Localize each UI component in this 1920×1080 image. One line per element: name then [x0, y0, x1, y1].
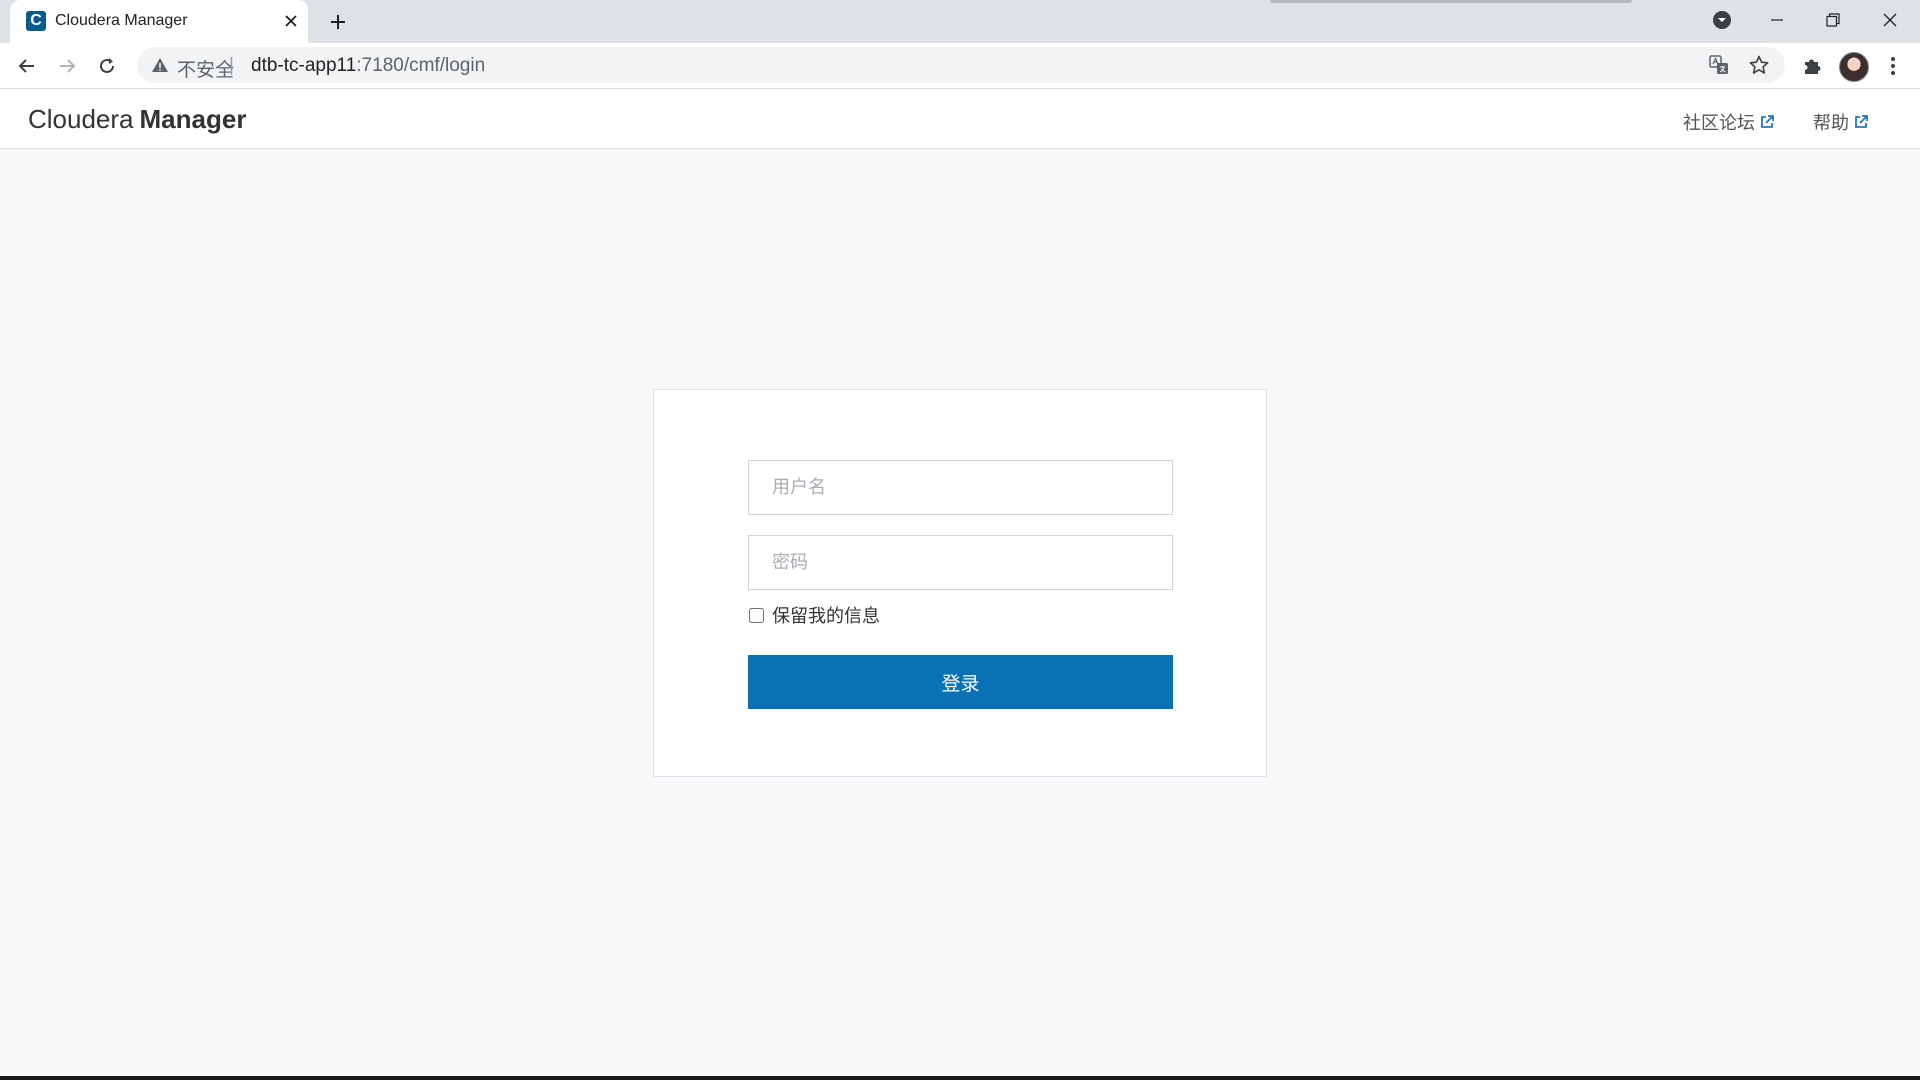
extensions-button[interactable] — [1797, 51, 1827, 81]
brand-name-bold: Manager — [139, 104, 247, 134]
tab-search-button[interactable] — [1694, 0, 1750, 40]
tab-title: Cloudera Manager — [55, 12, 188, 29]
restore-icon — [1826, 13, 1840, 27]
puzzle-icon — [1805, 59, 1821, 74]
omnibox-separator: | — [229, 55, 234, 76]
remember-me-checkbox[interactable] — [749, 607, 764, 623]
remember-me-row[interactable]: 保留我的信息 — [748, 602, 880, 628]
new-tab-button[interactable] — [324, 8, 352, 36]
browser-tab-strip: C Cloudera Manager — [0, 0, 1920, 43]
plus-icon — [331, 15, 345, 29]
close-window-button[interactable] — [1862, 0, 1918, 40]
bookmark-button[interactable] — [1747, 53, 1771, 77]
external-link-icon — [1853, 114, 1869, 130]
url-path: :7180/cmf/login — [356, 55, 486, 76]
login-card: 保留我的信息 登录 — [653, 389, 1267, 777]
arrow-right-icon — [60, 59, 76, 73]
arrow-left-icon — [18, 59, 34, 73]
close-icon — [285, 15, 297, 27]
bottom-edge — [0, 1076, 1920, 1080]
translate-button[interactable] — [1707, 53, 1731, 77]
browser-toolbar: 不安全 | dtb-tc-app11:7180/cmf/login — [0, 43, 1920, 89]
security-status[interactable]: 不安全 — [177, 55, 234, 82]
tab-search-shadow — [1270, 0, 1632, 3]
external-link-icon — [1759, 114, 1775, 130]
star-icon — [1749, 55, 1769, 74]
help-label: 帮助 — [1813, 113, 1849, 133]
community-forum-label: 社区论坛 — [1683, 113, 1755, 133]
community-forum-link[interactable]: 社区论坛 — [1683, 109, 1775, 135]
profile-avatar[interactable] — [1839, 52, 1869, 82]
reload-button[interactable] — [91, 50, 123, 82]
kebab-menu-icon — [1891, 57, 1895, 75]
chevron-down-circle-icon — [1713, 11, 1731, 29]
username-input[interactable] — [748, 460, 1173, 515]
restore-button[interactable] — [1805, 0, 1861, 40]
close-icon — [1883, 13, 1897, 27]
help-link[interactable]: 帮助 — [1813, 109, 1869, 135]
minimize-icon — [1771, 19, 1783, 21]
address-bar[interactable]: 不安全 | dtb-tc-app11:7180/cmf/login — [137, 47, 1785, 83]
browser-tab[interactable]: C Cloudera Manager — [10, 0, 308, 43]
warning-icon[interactable] — [151, 56, 169, 74]
page-header: Cloudera Manager 社区论坛 帮助 — [0, 89, 1920, 149]
back-button[interactable] — [11, 50, 43, 82]
reload-icon — [100, 58, 114, 73]
tab-close-button[interactable] — [280, 10, 302, 32]
cloudera-favicon-icon: C — [26, 11, 46, 31]
brand-logo[interactable]: Cloudera Manager — [28, 104, 246, 135]
forward-button[interactable] — [51, 50, 83, 82]
remember-me-label: 保留我的信息 — [772, 606, 880, 626]
login-button[interactable]: 登录 — [748, 655, 1173, 709]
translate-icon — [1709, 55, 1728, 74]
url-text[interactable]: dtb-tc-app11:7180/cmf/login — [251, 55, 485, 77]
minimize-button[interactable] — [1749, 0, 1805, 40]
password-input[interactable] — [748, 535, 1173, 590]
brand-name-light: Cloudera — [28, 104, 134, 134]
browser-menu-button[interactable] — [1878, 51, 1908, 81]
url-host: dtb-tc-app11 — [251, 55, 357, 76]
